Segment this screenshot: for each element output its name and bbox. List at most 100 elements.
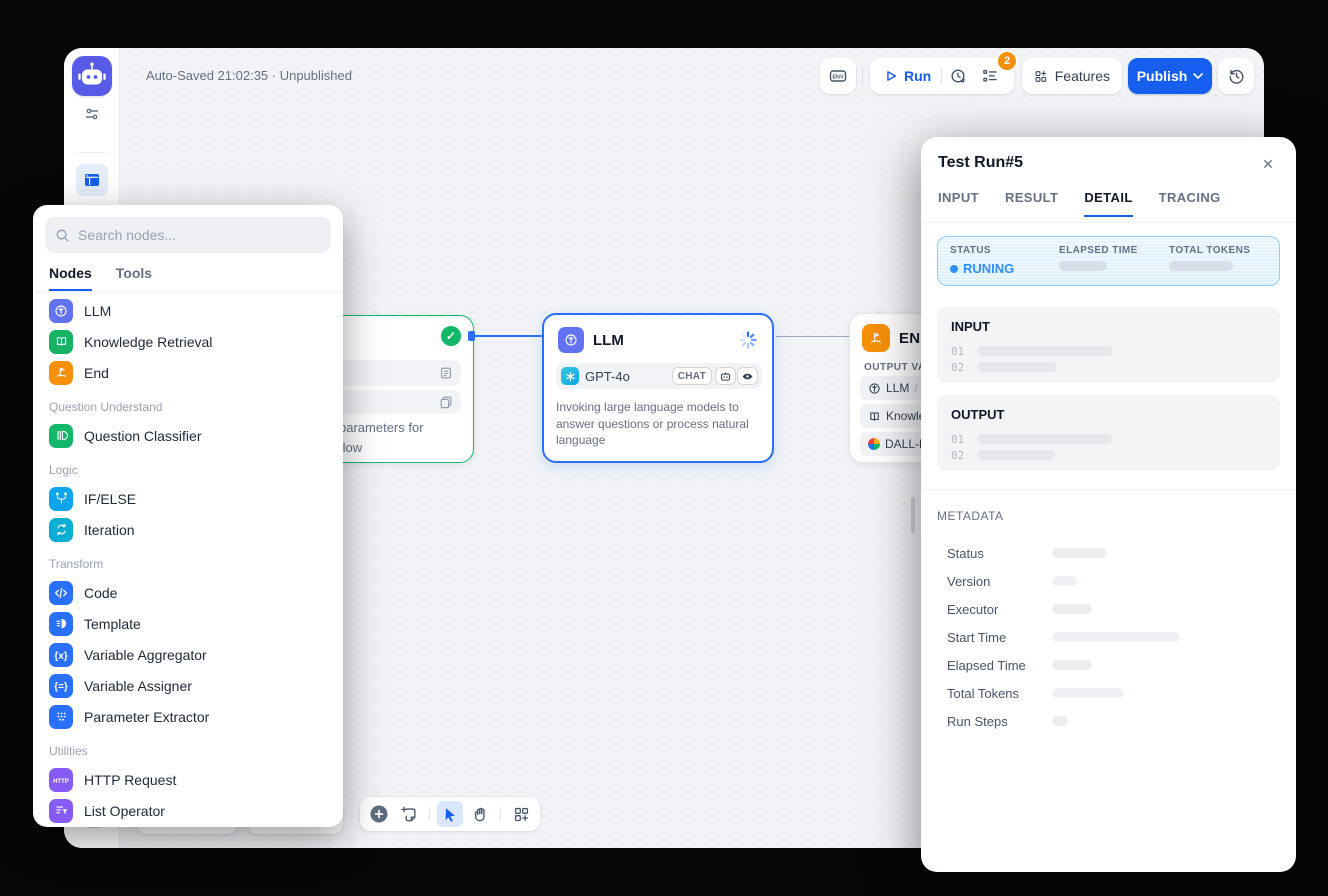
status-card: STATUSRUNINGELAPSED TIMETOTAL TOKENS xyxy=(937,236,1280,286)
features-button[interactable]: Features xyxy=(1022,58,1122,94)
divider xyxy=(921,222,1296,223)
tab-result[interactable]: RESULT xyxy=(1005,190,1058,217)
node-list-item[interactable]: List Operator xyxy=(41,795,335,826)
app-robot-icon[interactable] xyxy=(72,56,112,96)
add-note-button[interactable] xyxy=(396,801,422,827)
publish-button[interactable]: Publish xyxy=(1128,58,1212,94)
workflow-tool-button[interactable] xyxy=(76,164,108,196)
tab-nodes[interactable]: Nodes xyxy=(49,265,92,291)
node-category-header: Logic xyxy=(41,451,335,483)
node-list-item[interactable]: Iteration xyxy=(41,514,335,545)
metadata-label: Elapsed Time xyxy=(947,658,1052,673)
metadata-label: Start Time xyxy=(947,630,1052,645)
placeholder-bar xyxy=(977,434,1112,444)
svg-text:{=}: {=} xyxy=(54,681,68,692)
node-item-label: Question Classifier xyxy=(84,428,202,444)
tab-detail[interactable]: DETAIL xyxy=(1084,190,1132,217)
separator: / xyxy=(914,381,917,395)
divider xyxy=(500,807,501,821)
divider xyxy=(33,291,343,292)
cursor-icon xyxy=(442,806,458,822)
env-icon: ENV xyxy=(828,66,848,86)
classifier-icon xyxy=(49,424,73,448)
status-col-label: STATUS xyxy=(950,245,1059,256)
llm-mini-icon xyxy=(868,382,881,395)
var-agg-icon: {x} xyxy=(49,643,73,667)
env-button[interactable]: ENV xyxy=(820,58,856,94)
node-list-item[interactable]: IF/ELSE xyxy=(41,483,335,514)
llm-node[interactable]: LLM GPT-4o CHAT xyxy=(542,313,774,463)
hand-mode-button[interactable] xyxy=(467,801,493,827)
node-search-panel: Search nodes... Nodes Tools LLM Knowledge … xyxy=(33,205,343,827)
status-value: RUNING xyxy=(950,261,1059,276)
end-icon xyxy=(49,361,73,385)
node-list-item[interactable]: Knowledge Retrieval xyxy=(41,326,335,357)
divider xyxy=(429,807,430,821)
code-icon xyxy=(49,581,73,605)
io-row: 01 xyxy=(951,343,1266,359)
iteration-icon xyxy=(49,518,73,542)
metadata-row: Executor xyxy=(947,595,1280,623)
llm-node-description: Invoking large language models to answer… xyxy=(556,399,764,449)
pointer-mode-button[interactable] xyxy=(437,801,463,827)
placeholder-bar xyxy=(1052,716,1068,726)
node-item-label: Template xyxy=(84,616,141,632)
autosave-status: Auto-Saved 21:02:35 · Unpublished xyxy=(146,68,352,83)
metadata-row: Total Tokens xyxy=(947,679,1280,707)
publish-label: Publish xyxy=(1137,68,1188,84)
node-item-label: List Operator xyxy=(84,803,165,819)
pie-mini-icon xyxy=(868,438,880,450)
paragraph-icon xyxy=(439,395,453,409)
run-history-button[interactable] xyxy=(942,60,974,92)
node-list-item[interactable]: LLM xyxy=(41,295,335,326)
tab-tracing[interactable]: TRACING xyxy=(1159,190,1221,217)
node-list-item[interactable]: Question Classifier xyxy=(41,420,335,451)
node-item-label: Variable Assigner xyxy=(84,678,192,694)
var-assign-icon: {=} xyxy=(49,674,73,698)
metadata-label: Executor xyxy=(947,602,1052,617)
metadata-title: METADATA xyxy=(937,509,1004,523)
add-node-button[interactable] xyxy=(366,801,392,827)
node-list-item[interactable]: Parameter Extractor xyxy=(41,701,335,732)
chevron-down-icon xyxy=(1193,73,1203,80)
preferences-sliders-icon[interactable] xyxy=(84,106,100,122)
placeholder-bar xyxy=(1052,632,1180,642)
node-list-item[interactable]: End xyxy=(41,357,335,388)
llm-node-title: LLM xyxy=(593,332,624,349)
metadata-label: Status xyxy=(947,546,1052,561)
line-number: 02 xyxy=(951,449,967,462)
tab-input[interactable]: INPUT xyxy=(938,190,979,217)
success-check-icon: ✓ xyxy=(441,326,461,346)
node-list-item[interactable]: {x}Variable Aggregator xyxy=(41,639,335,670)
metadata-row: Status xyxy=(947,539,1280,567)
running-dot-icon xyxy=(950,265,958,273)
io-row: 02 xyxy=(951,447,1266,463)
status-col-label: ELAPSED TIME xyxy=(1059,245,1169,256)
hand-icon xyxy=(472,806,489,823)
version-history-button[interactable] xyxy=(1218,58,1254,94)
features-grid-icon xyxy=(1034,68,1048,85)
close-icon[interactable]: ✕ xyxy=(1256,152,1280,176)
canvas-scrollbar[interactable] xyxy=(911,497,915,533)
node-list-item[interactable]: Code xyxy=(41,577,335,608)
ifelse-icon xyxy=(49,487,73,511)
clock-run-icon xyxy=(949,67,967,85)
window-icon xyxy=(83,171,101,189)
node-item-label: LLM xyxy=(84,303,111,319)
node-list-item[interactable]: Template xyxy=(41,608,335,639)
node-category-header: Utilities xyxy=(41,732,335,764)
tab-tools[interactable]: Tools xyxy=(116,265,152,291)
model-selector[interactable]: GPT-4o CHAT xyxy=(556,363,762,389)
node-category-header: Question Understand xyxy=(41,388,335,420)
node-list-item[interactable]: HTTPHTTP Request xyxy=(41,764,335,795)
organize-blocks-button[interactable] xyxy=(508,801,534,827)
placeholder-bar xyxy=(1169,261,1233,271)
node-item-label: IF/ELSE xyxy=(84,491,136,507)
node-list-item[interactable]: {=} Variable Assigner xyxy=(41,670,335,701)
placeholder-bar xyxy=(977,450,1055,460)
knowledge-icon xyxy=(49,330,73,354)
node-search-input[interactable]: Search nodes... xyxy=(45,217,331,253)
placeholder-bar xyxy=(1052,548,1107,558)
run-button[interactable]: Run xyxy=(874,58,941,94)
placeholder-bar xyxy=(1052,576,1077,586)
